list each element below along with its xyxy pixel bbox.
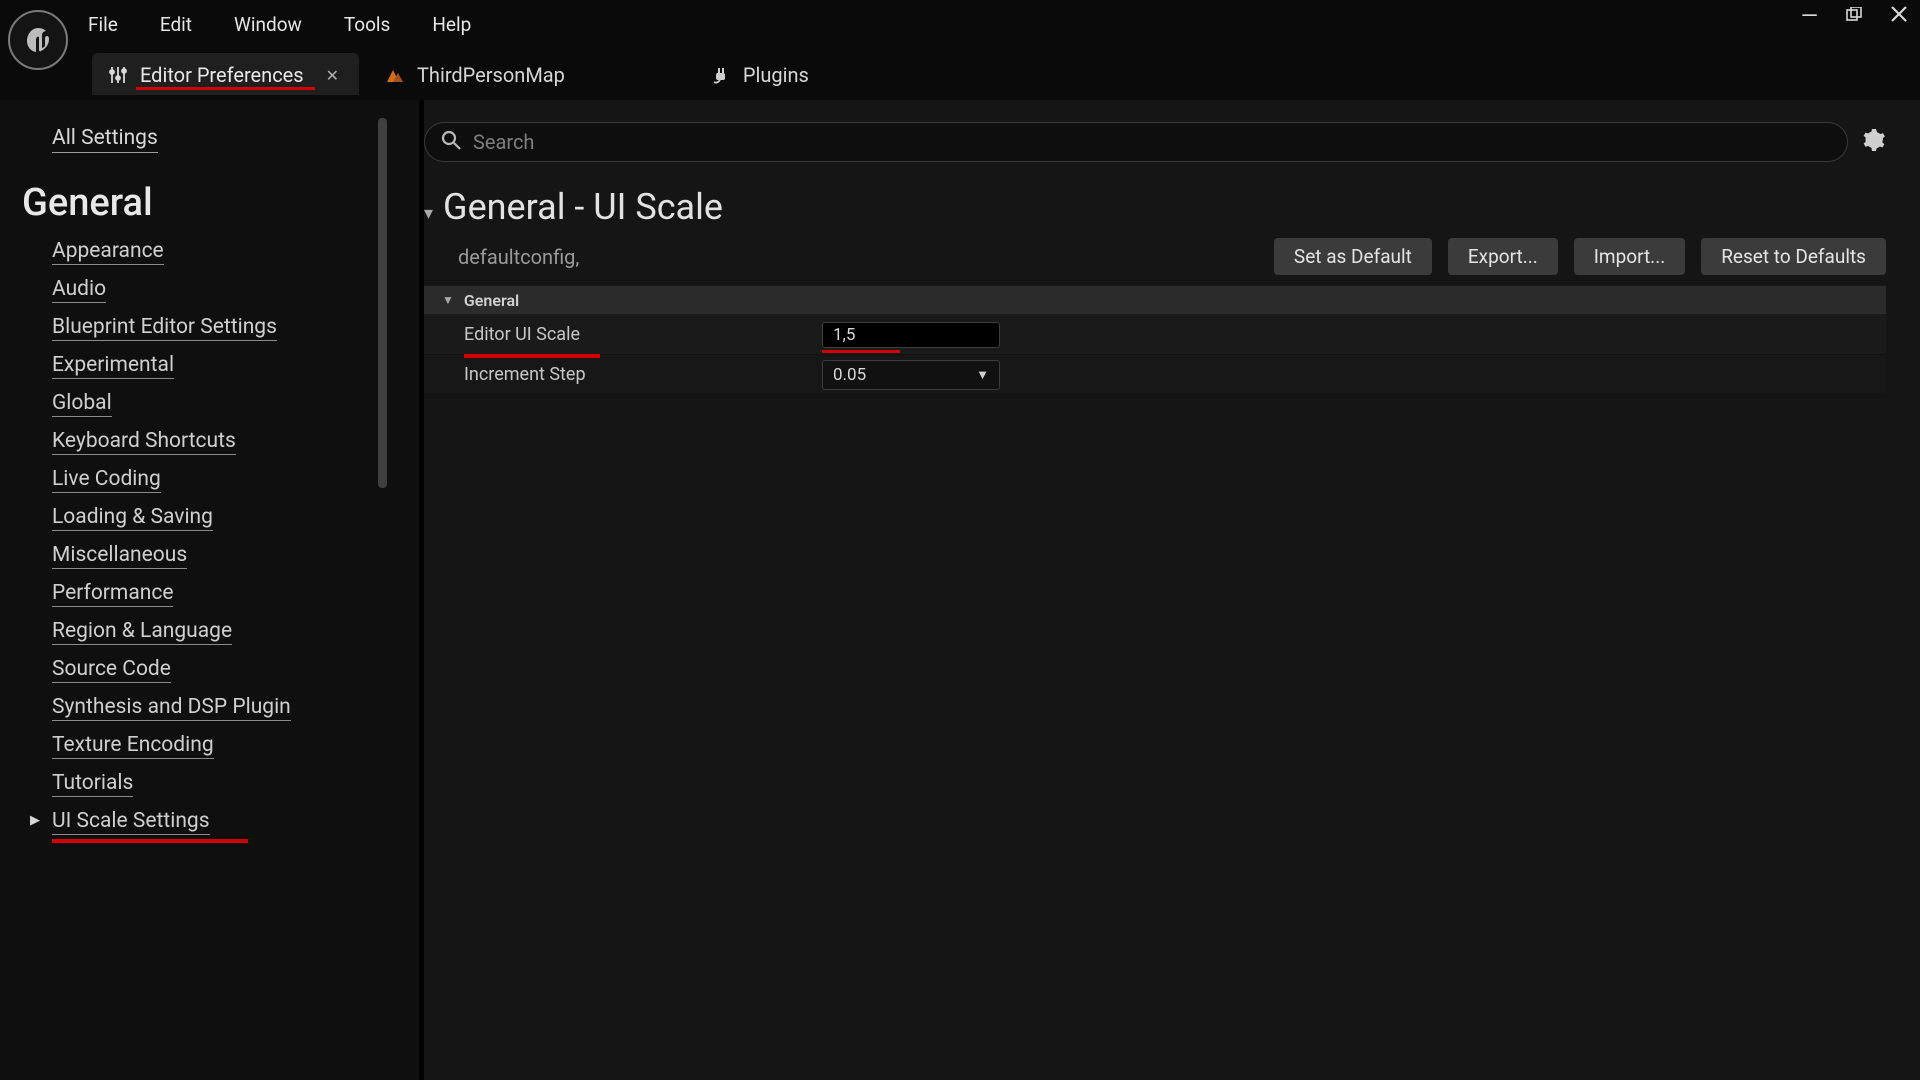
dropdown-value: 0.05	[833, 365, 866, 385]
tab-label: Editor Preferences	[140, 63, 304, 87]
annotation-underline	[464, 354, 600, 358]
import-button[interactable]: Import...	[1574, 238, 1685, 275]
sidebar-item-label: Live Coding	[52, 467, 161, 493]
sidebar-item-label: Region & Language	[52, 619, 232, 645]
sidebar-item[interactable]: Blueprint Editor Settings	[52, 315, 419, 341]
sidebar-item[interactable]: Tutorials	[52, 771, 419, 797]
sidebar-item[interactable]: Texture Encoding	[52, 733, 419, 759]
section-disclosure-icon[interactable]: ▾	[424, 203, 433, 224]
property-label: Editor UI Scale	[464, 324, 580, 345]
close-icon[interactable]	[1890, 4, 1908, 29]
export-button[interactable]: Export...	[1448, 238, 1558, 275]
sidebar-item[interactable]: Global	[52, 391, 419, 417]
settings-gear-icon[interactable]	[1862, 128, 1886, 156]
property-row-editor-ui-scale: Editor UI Scale	[424, 315, 1886, 355]
tab-thirdpersonmap[interactable]: ThirdPersonMap	[369, 53, 585, 95]
sidebar-item-label: Loading & Saving	[52, 505, 213, 531]
tab-bar: Editor Preferences ✕ ThirdPersonMap Plug…	[0, 48, 1920, 100]
sidebar-item[interactable]: Experimental	[52, 353, 419, 379]
group-header-general[interactable]: ▼ General	[424, 285, 1886, 315]
plug-icon	[711, 65, 731, 85]
search-icon	[441, 130, 461, 154]
section-title: General - UI Scale	[443, 186, 723, 228]
tab-close-icon[interactable]: ✕	[326, 66, 339, 85]
annotation-underline	[136, 87, 315, 90]
maximize-icon[interactable]	[1846, 4, 1862, 29]
minimize-icon[interactable]: —	[1801, 4, 1818, 29]
tab-label: ThirdPersonMap	[417, 63, 565, 87]
sidebar-heading: General	[22, 181, 419, 225]
sidebar-item[interactable]: Keyboard Shortcuts	[52, 429, 419, 455]
sidebar-item-label: Experimental	[52, 353, 174, 379]
sidebar-item-label: Performance	[52, 581, 173, 607]
sidebar-item[interactable]: Miscellaneous	[52, 543, 419, 569]
settings-sidebar: All Settings General Appearance Audio Blue…	[0, 100, 420, 1080]
editor-ui-scale-input[interactable]	[822, 322, 1000, 348]
details-panel: ▾ General - UI Scale defaultconfig, Set …	[420, 100, 1920, 1080]
sidebar-item[interactable]: Audio	[52, 277, 419, 303]
sidebar-item-label: Texture Encoding	[52, 733, 214, 759]
sidebar-item[interactable]: Region & Language	[52, 619, 419, 645]
annotation-underline	[822, 350, 900, 354]
reset-to-defaults-button[interactable]: Reset to Defaults	[1701, 238, 1886, 275]
sidebar-item-label: Blueprint Editor Settings	[52, 315, 277, 341]
set-as-default-button[interactable]: Set as Default	[1274, 238, 1432, 275]
menu-edit[interactable]: Edit	[160, 13, 192, 36]
config-note: defaultconfig,	[458, 245, 1258, 269]
sidebar-item-label: Miscellaneous	[52, 543, 187, 569]
search-input[interactable]	[473, 130, 1831, 154]
sidebar-item[interactable]: Performance	[52, 581, 419, 607]
menu-window[interactable]: Window	[234, 13, 302, 36]
chevron-down-icon: ▼	[976, 367, 989, 383]
sidebar-item-label: Keyboard Shortcuts	[52, 429, 236, 455]
property-label: Increment Step	[464, 364, 586, 385]
all-settings-link[interactable]: All Settings	[52, 126, 158, 153]
sidebar-item[interactable]: UI Scale Settings	[52, 809, 419, 835]
search-box[interactable]	[424, 122, 1848, 162]
sidebar-item-label: Audio	[52, 277, 106, 303]
sidebar-item[interactable]: Source Code	[52, 657, 419, 683]
sidebar-item-label: Tutorials	[52, 771, 133, 797]
annotation-underline	[52, 839, 248, 843]
increment-step-dropdown[interactable]: 0.05 ▼	[822, 360, 1000, 390]
group-label: General	[464, 291, 519, 310]
sidebar-item[interactable]: Appearance	[52, 239, 419, 265]
level-icon	[385, 65, 405, 85]
menu-tools[interactable]: Tools	[344, 13, 391, 36]
tab-label: Plugins	[743, 63, 809, 87]
chevron-down-icon: ▼	[442, 293, 454, 307]
sidebar-item[interactable]: Synthesis and DSP Plugin	[52, 695, 419, 721]
menu-bar: File Edit Window Tools Help —	[0, 0, 1920, 48]
menu-help[interactable]: Help	[432, 13, 471, 36]
sidebar-item[interactable]: Loading & Saving	[52, 505, 419, 531]
sliders-icon	[108, 65, 128, 85]
sidebar-item-label: Source Code	[52, 657, 171, 683]
tab-editor-preferences[interactable]: Editor Preferences ✕	[92, 53, 359, 95]
property-row-increment-step: Increment Step 0.05 ▼	[424, 355, 1886, 395]
sidebar-item-label: Global	[52, 391, 112, 417]
sidebar-item-label: Synthesis and DSP Plugin	[52, 695, 291, 721]
menu-file[interactable]: File	[88, 13, 118, 36]
tab-plugins[interactable]: Plugins	[695, 53, 829, 95]
sidebar-item-label: Appearance	[52, 239, 164, 265]
sidebar-scrollbar[interactable]	[378, 118, 387, 488]
sidebar-item[interactable]: Live Coding	[52, 467, 419, 493]
window-controls: —	[1801, 4, 1908, 29]
sidebar-item-label: UI Scale Settings	[52, 809, 210, 835]
